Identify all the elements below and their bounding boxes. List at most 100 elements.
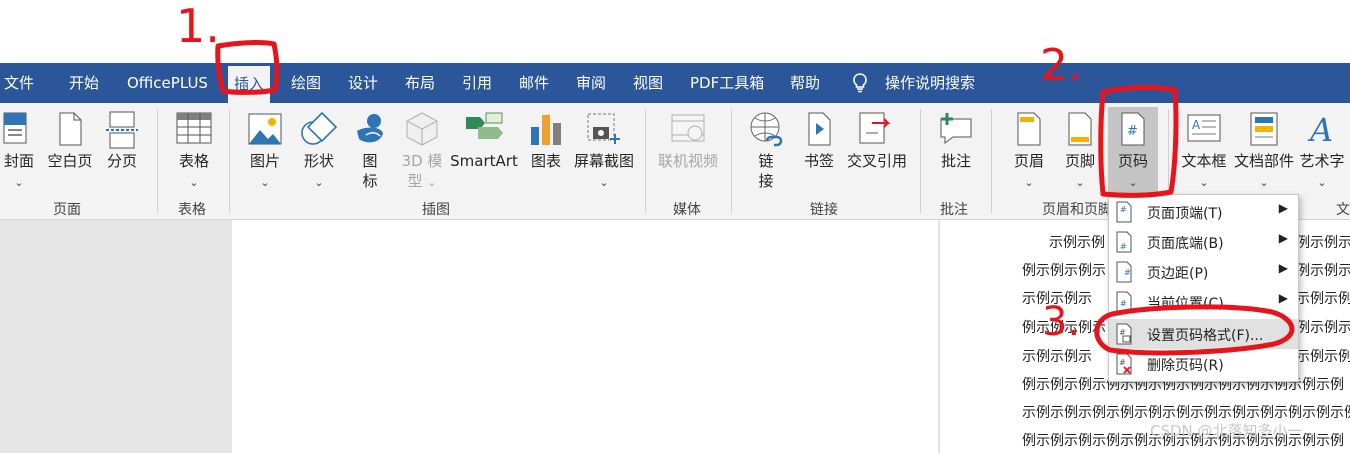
- icons-button[interactable]: 图 标: [349, 103, 391, 197]
- header-label: 页眉: [1013, 152, 1044, 170]
- tab-review[interactable]: 审阅: [576, 63, 606, 103]
- doc-line: 示例示例示: [1022, 291, 1092, 307]
- blank-page-button[interactable]: 空白页: [44, 103, 96, 197]
- cross-reference-icon: [859, 112, 891, 144]
- picture-label: 图片: [249, 152, 280, 170]
- lightbulb-icon: [853, 73, 867, 93]
- chart-label: 图表: [530, 152, 561, 170]
- textbox-icon: A: [1187, 114, 1221, 142]
- chart-button[interactable]: 图表: [525, 103, 567, 197]
- doc-line: 例示例示例示: [1022, 263, 1106, 279]
- tab-design[interactable]: 设计: [348, 63, 378, 103]
- group-text-label: 文: [1336, 202, 1350, 218]
- format-page-number-icon: #: [1116, 323, 1132, 345]
- svg-text:#: #: [1120, 205, 1127, 214]
- tab-layout[interactable]: 布局: [405, 63, 435, 103]
- link-label-1: 链: [758, 152, 774, 170]
- doc-line: 示例示例: [1296, 291, 1350, 307]
- shapes-icon: [301, 111, 338, 145]
- doc-line: 示例示例: [1049, 235, 1105, 251]
- divider: [645, 109, 646, 213]
- divider: [991, 109, 992, 213]
- screenshot-icon: [587, 113, 620, 144]
- icons-icon: [357, 114, 383, 143]
- shapes-button[interactable]: 形状 ⌄: [294, 103, 344, 197]
- divider: [920, 109, 921, 213]
- table-button[interactable]: 表格 ⌄: [168, 103, 220, 197]
- cross-reference-button[interactable]: 交叉引用: [844, 103, 910, 197]
- wordart-button[interactable]: A 艺术字 ⌄: [1297, 103, 1347, 197]
- tab-pdf-toolbox[interactable]: PDF工具箱: [690, 63, 764, 103]
- menu-item-remove-page-numbers[interactable]: # 删除页码(R): [1109, 349, 1298, 379]
- comment-label: 批注: [940, 152, 971, 170]
- menu-item-page-margins[interactable]: # 页边距(P) ▶: [1109, 257, 1298, 287]
- page-break-label: 分页: [106, 152, 137, 170]
- tab-draw[interactable]: 绘图: [291, 63, 321, 103]
- 3d-model-label-1: 3D 模: [401, 152, 443, 170]
- smartart-label: SmartArt: [450, 152, 518, 170]
- smartart-icon: [466, 112, 503, 139]
- tab-view[interactable]: 视图: [633, 63, 663, 103]
- page-number-menu: # 页面顶端(T) ▶ # 页面底端(B) ▶ # 页边距(P) ▶ # 当前位置(C…: [1108, 194, 1299, 382]
- footer-icon: [1068, 112, 1092, 146]
- chevron-down-icon: ⌄: [1128, 176, 1138, 189]
- group-pages-label: 页面: [53, 202, 81, 218]
- group-tables-label: 表格: [178, 202, 206, 218]
- current-position-icon: #: [1116, 291, 1132, 313]
- remove-page-number-icon: #: [1116, 353, 1132, 375]
- menu-item-format-page-numbers[interactable]: # 设置页码格式(F)...: [1109, 319, 1298, 349]
- ribbon-tab-bar: 文件 开始 OfficePLUS 插入 绘图 设计 布局 引用 邮件 审阅 视图…: [0, 63, 1350, 103]
- header-button[interactable]: 页眉 ⌄: [1007, 103, 1051, 197]
- page-break-button[interactable]: 分页: [100, 103, 144, 197]
- chevron-down-icon: ⌄: [1259, 176, 1269, 189]
- doc-line: 示例示例: [1296, 349, 1350, 365]
- page-top-icon: #: [1116, 201, 1132, 223]
- footer-button[interactable]: 页脚 ⌄: [1058, 103, 1102, 197]
- 3d-model-label-2: 型 ⌄: [407, 172, 437, 190]
- chevron-down-icon: ⌄: [189, 176, 199, 189]
- cross-reference-label: 交叉引用: [846, 152, 907, 170]
- cover-button[interactable]: 封面 ⌄: [0, 103, 38, 197]
- chevron-down-icon: ⌄: [599, 176, 609, 189]
- icons-label-2: 标: [362, 172, 378, 190]
- doc-line: 例示例示: [1296, 235, 1350, 251]
- textbox-button[interactable]: A 文本框 ⌄: [1178, 103, 1230, 197]
- chevron-right-icon: ▶: [1278, 291, 1288, 305]
- cover-label: 封面: [3, 152, 34, 170]
- link-button[interactable]: 链 接: [745, 103, 787, 197]
- quick-parts-button[interactable]: 文档部件 ⌄: [1234, 103, 1294, 197]
- tab-officeplus[interactable]: OfficePLUS: [127, 63, 208, 103]
- wordart-icon: A: [1307, 111, 1333, 147]
- group-illustrations-label: 插图: [422, 202, 450, 218]
- table-label: 表格: [178, 152, 209, 170]
- chevron-down-icon: ⌄: [1024, 176, 1034, 189]
- tab-file[interactable]: 文件: [4, 63, 34, 103]
- doc-line: 示例示例示例示例示例示例示例示例示例示例示例示例: [1022, 405, 1350, 421]
- screenshot-button[interactable]: 屏幕截图 ⌄: [572, 103, 636, 197]
- page-number-button[interactable]: # 页码 ⌄: [1108, 107, 1158, 197]
- tab-mailings[interactable]: 邮件: [519, 63, 549, 103]
- bookmark-button[interactable]: 书签: [800, 103, 838, 197]
- 3d-cube-icon: [406, 112, 438, 146]
- tab-home[interactable]: 开始: [69, 63, 99, 103]
- tab-references[interactable]: 引用: [462, 63, 492, 103]
- online-video-button[interactable]: 联机视频: [655, 103, 721, 197]
- header-icon: [1017, 112, 1041, 146]
- svg-text:A: A: [1192, 118, 1201, 132]
- 3d-model-button[interactable]: 3D 模 型 ⌄: [398, 103, 446, 197]
- divider: [229, 109, 230, 213]
- tab-insert[interactable]: 插入: [228, 66, 271, 103]
- smartart-button[interactable]: SmartArt: [450, 103, 518, 197]
- menu-item-top-of-page[interactable]: # 页面顶端(T) ▶: [1109, 197, 1298, 227]
- doc-line: 示例示例示: [1022, 349, 1092, 365]
- icons-label-1: 图: [362, 152, 378, 170]
- menu-item-bottom-of-page[interactable]: # 页面底端(B) ▶: [1109, 227, 1298, 257]
- page-gap: [938, 220, 940, 453]
- screenshot-label: 屏幕截图: [573, 152, 634, 170]
- picture-button[interactable]: 图片 ⌄: [242, 103, 288, 197]
- menu-item-current-position[interactable]: # 当前位置(C) ▶: [1109, 287, 1298, 317]
- wordart-label: 艺术字: [1299, 152, 1345, 170]
- tab-help[interactable]: 帮助: [790, 63, 820, 103]
- comment-button[interactable]: 批注: [934, 103, 978, 197]
- document-margin-left: [0, 220, 232, 453]
